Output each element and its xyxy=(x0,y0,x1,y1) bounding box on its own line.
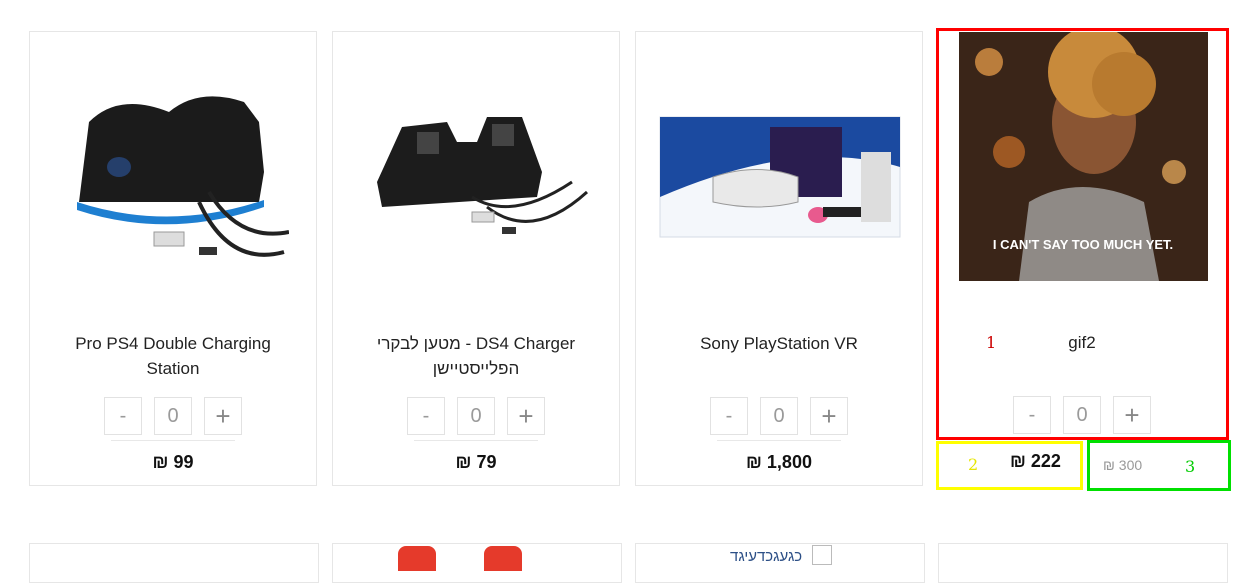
divider xyxy=(111,440,235,441)
minus-button[interactable]: - xyxy=(104,397,142,435)
product-card[interactable] xyxy=(938,543,1228,583)
product-name[interactable]: Pro PS4 Double Charging Station xyxy=(50,331,296,381)
quantity-value[interactable]: 0 xyxy=(457,397,495,435)
product-name[interactable]: כגעגכדעיגד xyxy=(730,548,802,565)
product-card[interactable]: Sony PlayStation VR - 0 + ₪ 1,800 xyxy=(635,31,923,486)
product-image[interactable] xyxy=(355,42,599,312)
minus-button[interactable]: - xyxy=(407,397,445,435)
product-card[interactable] xyxy=(29,543,319,583)
quantity-value[interactable]: 0 xyxy=(154,397,192,435)
highlight-box-3 xyxy=(1087,440,1231,491)
product-name[interactable]: Sony PlayStation VR xyxy=(656,331,902,356)
quantity-value[interactable]: 0 xyxy=(760,397,798,435)
minus-button[interactable]: - xyxy=(710,397,748,435)
quantity-stepper: - 0 + xyxy=(407,397,545,435)
annotation-label: 1 xyxy=(986,333,997,352)
product-price: ₪ 1,800 xyxy=(746,452,812,472)
product-image[interactable] xyxy=(658,42,902,312)
product-card[interactable]: Pro PS4 Double Charging Station - 0 + ₪ … xyxy=(29,31,317,486)
product-image xyxy=(398,546,436,571)
checkbox[interactable] xyxy=(812,545,832,565)
charging-station-image xyxy=(77,96,289,257)
plus-button[interactable]: + xyxy=(507,397,545,435)
annotation-label: 2 xyxy=(968,455,979,474)
annotation-label: 3 xyxy=(1185,457,1196,476)
product-image[interactable] xyxy=(52,42,296,312)
product-card[interactable]: DS4 Charger - מטען לבקרי הפלייסטיישן - 0… xyxy=(332,31,620,486)
product-price: ₪ 99 xyxy=(152,452,194,472)
plus-button[interactable]: + xyxy=(204,397,242,435)
divider xyxy=(414,440,538,441)
divider xyxy=(717,440,841,441)
highlight-box-1 xyxy=(936,28,1229,440)
plus-button[interactable]: + xyxy=(810,397,848,435)
product-price: ₪ 79 xyxy=(455,452,497,472)
quantity-stepper: - 0 + xyxy=(104,397,242,435)
highlight-box-2 xyxy=(936,441,1083,490)
quantity-stepper: - 0 + xyxy=(710,397,848,435)
product-card[interactable] xyxy=(332,543,622,583)
product-name[interactable]: DS4 Charger - מטען לבקרי הפלייסטיישן xyxy=(353,331,599,381)
product-image xyxy=(484,546,522,571)
playstation-vr-image xyxy=(659,116,901,238)
ds4-charger-image xyxy=(377,117,589,234)
